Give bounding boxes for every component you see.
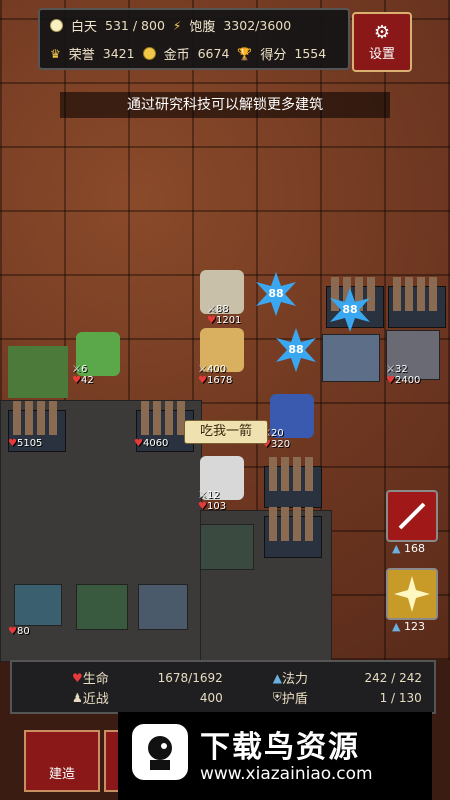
- forge-building[interactable]: [200, 524, 254, 570]
- speech-bubble: 吃我一箭: [184, 420, 268, 444]
- sword-skill-button[interactable]: [386, 490, 438, 542]
- unit-stat: ⚔6 ♥42: [72, 364, 94, 386]
- hunger-icon: ⚡: [172, 18, 182, 33]
- spike-wall[interactable]: [264, 507, 322, 558]
- hud-row-day: 白天 531 / 800 ⚡ 饱腹 3302/3600: [50, 16, 291, 35]
- coin-icon: [142, 47, 156, 60]
- heart-icon: ♥: [72, 670, 83, 685]
- tower-hp: ♥5105: [8, 438, 43, 449]
- skill-count: ▲ 168: [392, 542, 425, 555]
- unit-stat: ⚔88 ♥1201: [207, 304, 242, 326]
- tower-hp: ♥4060: [134, 438, 169, 449]
- panel-row-1: ♥ 生命 1678/1692 ▲ 法力 242 / 242: [72, 670, 422, 688]
- sparkle-icon: [394, 576, 430, 612]
- trophy-icon: 🏆: [237, 46, 253, 61]
- tower-hp: ♥80: [8, 626, 30, 637]
- spike-wall[interactable]: [388, 277, 446, 328]
- crown-icon: ♛: [50, 46, 61, 61]
- light-skill-button[interactable]: [386, 568, 438, 620]
- mana-icon: ▲: [272, 670, 282, 685]
- sword-icon: [398, 502, 426, 530]
- hint-banner: 通过研究科技可以解锁更多建筑: [60, 92, 390, 118]
- crystal-shrine[interactable]: [76, 584, 128, 630]
- grass-tile: [8, 346, 68, 398]
- anvil-building[interactable]: [138, 584, 188, 630]
- unit-stat: ⚔12 ♥103: [198, 490, 227, 512]
- build-button[interactable]: 建造: [24, 730, 100, 792]
- settings-button[interactable]: ⚙ 设置: [352, 12, 412, 72]
- spike-wall[interactable]: [264, 457, 322, 508]
- panel-row-2: ♟ 近战 400 ⛨ 护盾 1 / 130: [72, 690, 422, 707]
- bird-logo-icon: [132, 724, 188, 780]
- watermark: 下载鸟资源 www.xiazainiao.com: [118, 712, 432, 800]
- potion-icon: ▲: [392, 620, 401, 633]
- gear-icon: ⚙: [373, 22, 391, 43]
- melee-icon: ♟: [72, 690, 83, 705]
- gold-altar[interactable]: [14, 584, 62, 626]
- damage-splash: 88: [274, 328, 318, 372]
- damage-splash: 88: [254, 272, 298, 316]
- resource-bar: 白天 531 / 800 ⚡ 饱腹 3302/3600 ♛ 荣誉 3421 金币…: [38, 8, 350, 70]
- sun-icon: [50, 19, 63, 32]
- stats-panel: ♥ 生命 1678/1692 ▲ 法力 242 / 242 ♟ 近战 400 ⛨…: [10, 660, 436, 714]
- temple-building[interactable]: [322, 334, 380, 382]
- hud-row-stats: ♛ 荣誉 3421 金币 6674 🏆 得分 1554: [50, 46, 327, 63]
- shield-icon: ⛨: [272, 690, 282, 704]
- potion-icon: ▲: [392, 542, 401, 555]
- unit-stat: ⚔32 ♥2400: [386, 364, 421, 386]
- damage-splash: 88: [328, 288, 372, 332]
- skill-count: ▲ 123: [392, 620, 425, 633]
- unit-stat: ⚔400 ♥1678: [198, 364, 233, 386]
